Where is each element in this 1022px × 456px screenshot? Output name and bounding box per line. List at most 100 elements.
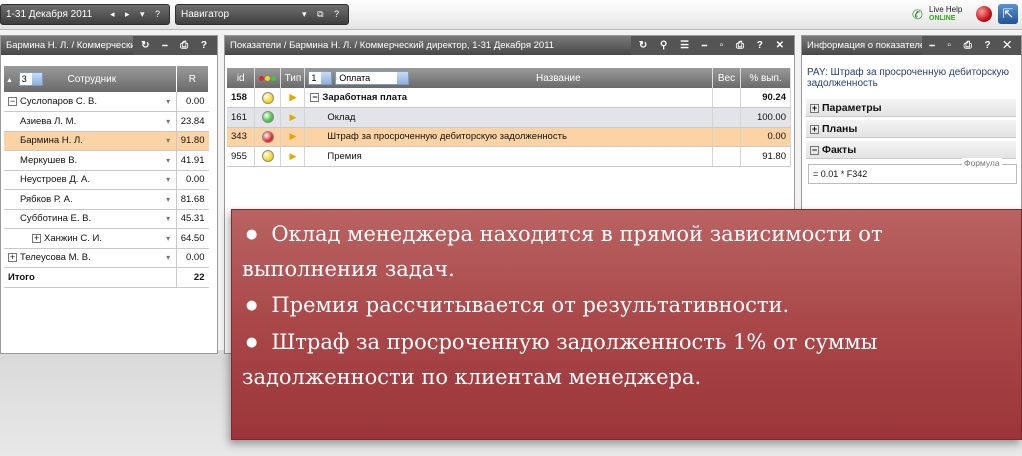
row-dropdown-icon[interactable]: ▾: [160, 209, 177, 229]
indicator-type: ▶: [280, 88, 306, 108]
section-facts[interactable]: − Факты: [806, 141, 1016, 159]
collapse-icon[interactable]: −: [310, 92, 320, 102]
indicator-exec: 90.24: [740, 88, 791, 108]
section-facts-label: Факты: [822, 144, 857, 156]
indicator-status: [254, 146, 282, 167]
callout-item: ● Премия рассчитывается от результативнос…: [242, 288, 1005, 323]
employees-table: ▲ 3 Сотрудник R − Суслопаров С. В. ▾ 0.00 Аз…: [4, 66, 210, 288]
indicator-type: ▶: [280, 107, 306, 128]
live-help-button[interactable]: ✆ Live Help ONLINE: [912, 4, 972, 26]
callout-box: ● Оклад менеджера находится в прямой зави…: [231, 209, 1022, 440]
section-params-label: Параметры: [822, 102, 882, 114]
employee-r-value: 23.84: [175, 111, 209, 132]
sort-arrow-icon: ▲: [6, 76, 13, 84]
indicator-exec: 100.00: [740, 107, 791, 128]
collapse-icon: −: [810, 144, 819, 155]
employee-name: Меркушев В.: [20, 154, 78, 166]
row-dropdown-icon[interactable]: ▾: [160, 189, 177, 210]
employee-name-cell: + Ханжин С. И.: [4, 228, 161, 249]
employee-row[interactable]: Меркушев В. ▾ 41.91: [4, 150, 209, 171]
section-params[interactable]: + Параметры: [806, 99, 1016, 117]
group-level-select[interactable]: 1: [308, 71, 333, 85]
employee-name-cell: Рябков Р. А.: [4, 189, 161, 210]
expand-icon[interactable]: +: [32, 233, 41, 243]
exit-icon[interactable]: ⇱: [998, 4, 1018, 24]
employee-r-value: 0.00: [175, 170, 209, 190]
group-select[interactable]: Оплата: [335, 71, 410, 85]
row-dropdown-icon[interactable]: ▾: [160, 170, 177, 190]
period-controls[interactable]: ◂ ▸ ▾ ?: [110, 5, 164, 24]
indicator-id: 343: [227, 127, 256, 147]
row-dropdown-icon[interactable]: ▾: [160, 228, 177, 249]
employees-panel-body: ▲ 3 Сотрудник R − Суслопаров С. В. ▾ 0.00 Аз…: [1, 55, 217, 353]
expand-icon[interactable]: +: [8, 253, 17, 263]
row-dropdown-icon[interactable]: ▾: [160, 248, 177, 268]
globe-icon[interactable]: [976, 6, 992, 22]
status-yellow-icon: [261, 91, 274, 104]
indicator-id: 161: [227, 107, 256, 128]
employee-name-cell: Меркушев В.: [4, 150, 161, 171]
indicator-row[interactable]: 955 ▶ Премия 91.80: [227, 146, 791, 167]
type-column-header[interactable]: Тип: [280, 68, 306, 88]
period-selector[interactable]: 1-31 Декабря 2011 ◂ ▸ ▾ ?: [0, 4, 170, 25]
employee-column-header[interactable]: ▲ 3 Сотрудник: [4, 66, 177, 92]
row-dropdown-icon[interactable]: ▾: [160, 150, 177, 171]
total-label: Итого: [4, 267, 177, 288]
name-column-header[interactable]: 1 Оплата Название: [304, 68, 714, 88]
status-yellow-icon: [261, 150, 274, 163]
indicator-status: [254, 88, 282, 108]
indicator-type: ▶: [280, 146, 306, 167]
info-panel-title: Информация о показателе: [807, 40, 926, 51]
employee-r-value: 64.50: [175, 228, 209, 249]
employee-name-cell: Неустроев Д. А.: [4, 170, 161, 190]
callout-item: ● Оклад менеджера находится в прямой зави…: [242, 217, 1005, 286]
status-column-header[interactable]: [254, 68, 282, 88]
indicator-exec: 0.00: [740, 127, 791, 147]
employee-row[interactable]: Азиева Л. М. ▾ 23.84: [4, 111, 209, 132]
indicator-name-label: Оклад: [327, 111, 356, 123]
indicators-panel-controls[interactable]: ↻ ⚲ ☰ ⎯ ▫ ⎙ ? ✕: [630, 36, 794, 55]
row-dropdown-icon[interactable]: ▾: [160, 131, 177, 151]
weight-column-header[interactable]: Вес: [712, 68, 741, 88]
employee-row[interactable]: + Ханжин С. И. ▾ 64.50: [4, 228, 209, 249]
flag-icon: ▶: [289, 111, 297, 122]
employee-name: Телеусова М. В.: [20, 252, 91, 264]
employee-name-cell: Азиева Л. М.: [4, 111, 161, 132]
traffic-light-icon: [259, 73, 277, 84]
level-select[interactable]: 3: [18, 72, 43, 86]
row-dropdown-icon[interactable]: ▾: [160, 92, 177, 112]
collapse-icon[interactable]: −: [8, 96, 17, 106]
employee-row[interactable]: Неустроев Д. А. ▾ 0.00: [4, 170, 209, 190]
callout-item-text: Премия рассчитывается от результативност…: [271, 293, 790, 317]
r-column-header[interactable]: R: [176, 66, 210, 92]
employee-row[interactable]: Бармина Н. Л. ▾ 91.80: [4, 131, 209, 151]
employee-r-value: 0.00: [175, 248, 209, 268]
info-panel-controls[interactable]: ⎯ ▫ ⎙ ? ✕: [921, 36, 1021, 55]
indicator-id: 955: [227, 146, 256, 167]
employee-row[interactable]: Субботина Е. В. ▾ 45.31: [4, 209, 209, 229]
employee-name: Рябков Р. А.: [20, 193, 73, 205]
id-column-header[interactable]: id: [227, 68, 256, 88]
callout-item: ● Штраф за просроченную задолженность 1% …: [242, 325, 1005, 394]
indicator-row[interactable]: 343 ▶ Штраф за просроченную дебиторскую за…: [227, 127, 791, 147]
navigator-selector[interactable]: Навигатор ▾ ⧉ ?: [175, 4, 349, 25]
indicator-row[interactable]: 158 ▶ − Заработная плата 90.24: [227, 88, 791, 108]
employee-name: Субботина Е. В.: [20, 213, 92, 225]
employee-row[interactable]: + Телеусова М. В. ▾ 0.00: [4, 248, 209, 268]
employee-row[interactable]: Рябков Р. А. ▾ 81.68: [4, 189, 209, 210]
employee-r-value: 91.80: [175, 131, 209, 151]
status-red-icon: [261, 130, 274, 143]
employee-name: Суслопаров С. В.: [20, 96, 97, 107]
navigator-controls[interactable]: ▾ ⧉ ?: [302, 5, 343, 24]
employee-row[interactable]: − Суслопаров С. В. ▾ 0.00: [4, 92, 209, 112]
section-plans[interactable]: + Планы: [806, 120, 1016, 138]
indicator-name: Премия: [304, 146, 714, 167]
flag-icon: ▶: [289, 92, 297, 102]
row-dropdown-icon[interactable]: ▾: [160, 111, 177, 132]
employee-name: Азиева Л. М.: [20, 115, 77, 127]
callout-item-text: Оклад менеджера находится в прямой завис…: [242, 222, 883, 281]
live-help-label: Live Help: [929, 5, 963, 14]
exec-column-header[interactable]: % вып.: [740, 68, 791, 88]
indicator-row[interactable]: 161 ▶ Оклад 100.00: [227, 107, 791, 128]
employees-panel-controls[interactable]: ↻ ⎯ ⎙ ?: [133, 36, 217, 55]
